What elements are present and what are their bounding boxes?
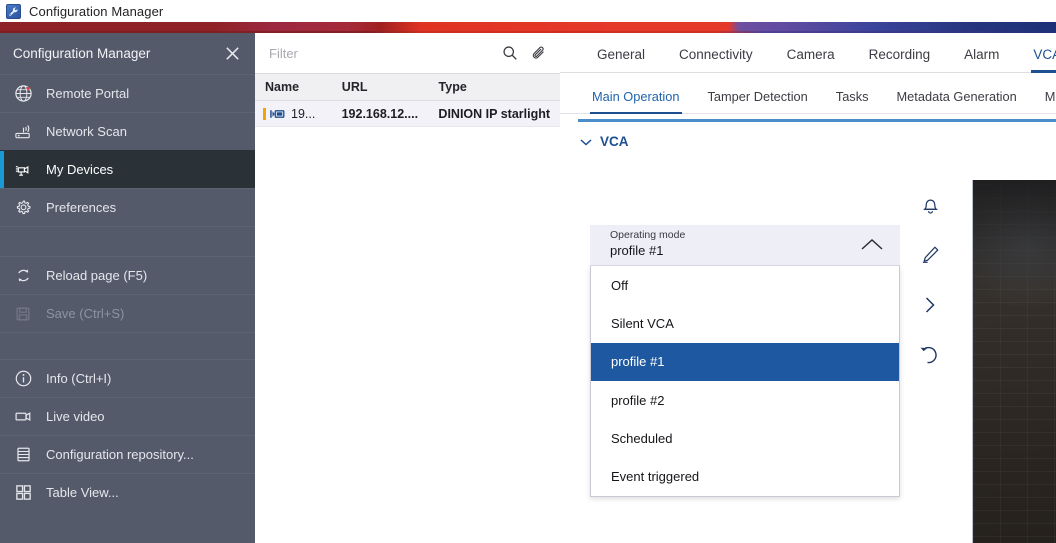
camera-devices-icon (13, 160, 33, 180)
sidebar-item-label: Reload page (F5) (46, 268, 148, 283)
table-row[interactable]: 19... 192.168.12.... DINION IP starlight (255, 101, 560, 127)
alarm-button[interactable] (915, 193, 945, 221)
search-input[interactable] (269, 45, 501, 61)
app-window: Configuration Manager Configuration Mana… (0, 0, 1056, 543)
bell-icon (920, 194, 941, 221)
tab-main-operation[interactable]: Main Operation (578, 89, 694, 114)
title-bar: Configuration Manager (0, 0, 1056, 22)
undo-button[interactable] (915, 343, 945, 371)
reload-icon (13, 266, 33, 286)
vca-section-label: VCA (600, 134, 629, 149)
video-camera-icon (13, 407, 33, 427)
dropdown-option-off[interactable]: Off (591, 266, 899, 304)
close-icon[interactable] (219, 41, 245, 67)
tab-tamper-detection[interactable]: Tamper Detection (694, 89, 822, 113)
live-video-preview[interactable] (972, 180, 1056, 543)
operating-mode-option-list: Off Silent VCA profile #1 profile #2 Sch… (590, 266, 900, 497)
operating-mode-dropdown: Operating mode profile #1 Off Silent VCA… (590, 225, 900, 497)
tab-metadata-generation[interactable]: Metadata Generation (883, 89, 1031, 113)
tab-alarm[interactable]: Alarm (947, 47, 1016, 72)
dropdown-option-profile-2[interactable]: profile #2 (591, 381, 899, 419)
dropdown-option-silent-vca[interactable]: Silent VCA (591, 304, 899, 342)
column-header-type[interactable]: Type (429, 80, 560, 94)
gear-icon (13, 198, 33, 218)
globe-icon (13, 84, 33, 104)
chevron-up-icon[interactable] (860, 238, 884, 256)
edit-button[interactable] (915, 243, 945, 271)
sidebar-item-label: My Devices (46, 162, 114, 177)
content-area: General Connectivity Camera Recording Al… (560, 33, 1056, 543)
sidebar-item-label: Configuration repository... (46, 447, 194, 462)
sidebar-divider-2 (0, 332, 255, 359)
operating-mode-dropdown-button[interactable]: Operating mode profile #1 (590, 225, 900, 266)
wrench-icon (6, 3, 21, 19)
database-icon (13, 445, 33, 465)
operating-mode-value: profile #1 (610, 243, 664, 258)
sidebar-item-label: Info (Ctrl+I) (46, 371, 112, 386)
vca-section-header[interactable]: VCA (560, 122, 1056, 149)
sidebar: Configuration Manager Remote Portal Netw… (0, 33, 255, 543)
sidebar-item-label: Live video (46, 409, 105, 424)
device-list-panel: Name URL Type 19... 192.168.12.... DINIO… (255, 33, 560, 543)
network-scan-icon (13, 122, 33, 142)
cell-name: 19... (291, 106, 316, 121)
tab-general[interactable]: General (580, 47, 662, 72)
tab-camera[interactable]: Camera (770, 47, 852, 72)
status-indicator-icon (263, 107, 266, 120)
paperclip-icon[interactable] (531, 45, 548, 62)
sidebar-item-live-video[interactable]: Live video (0, 397, 255, 435)
sidebar-item-info[interactable]: Info (Ctrl+I) (0, 359, 255, 397)
sidebar-item-preferences[interactable]: Preferences (0, 188, 255, 226)
tab-vca[interactable]: VCA (1016, 47, 1056, 73)
save-icon (13, 304, 33, 324)
window-title: Configuration Manager (29, 3, 164, 19)
pencil-icon (920, 244, 941, 270)
tab-metadata-inspection[interactable]: Me (1031, 89, 1056, 113)
sidebar-item-table-view[interactable]: Table View... (0, 473, 255, 511)
sidebar-divider-1 (0, 226, 255, 256)
dropdown-option-event-triggered[interactable]: Event triggered (591, 457, 899, 495)
sidebar-item-label: Network Scan (46, 124, 127, 139)
sidebar-item-my-devices[interactable]: My Devices (0, 150, 255, 188)
sidebar-item-remote-portal[interactable]: Remote Portal (0, 74, 255, 112)
column-header-name[interactable]: Name (255, 80, 332, 94)
undo-icon (919, 345, 941, 370)
sidebar-item-save: Save (Ctrl+S) (0, 294, 255, 332)
search-icon[interactable] (501, 44, 519, 62)
sidebar-title: Configuration Manager (13, 46, 151, 61)
tool-rail (915, 193, 945, 371)
cell-type: DINION IP starlight (438, 106, 551, 121)
primary-tab-bar: General Connectivity Camera Recording Al… (560, 33, 1056, 73)
sidebar-header: Configuration Manager (0, 33, 255, 74)
next-button[interactable] (915, 293, 945, 321)
sidebar-item-label: Save (Ctrl+S) (46, 306, 125, 321)
info-icon (13, 369, 33, 389)
dropdown-option-profile-1[interactable]: profile #1 (591, 342, 899, 381)
sidebar-item-reload-page[interactable]: Reload page (F5) (0, 256, 255, 294)
sidebar-item-configuration-repository[interactable]: Configuration repository... (0, 435, 255, 473)
dropdown-option-scheduled[interactable]: Scheduled (591, 419, 899, 457)
chevron-down-icon (580, 134, 592, 149)
camera-icon (270, 108, 287, 120)
chevron-right-icon (923, 295, 937, 320)
secondary-tab-bar: Main Operation Tamper Detection Tasks Me… (560, 73, 1056, 114)
operating-mode-label: Operating mode (610, 229, 686, 241)
tab-recording[interactable]: Recording (852, 47, 948, 72)
sidebar-item-label: Preferences (46, 200, 117, 215)
grid-icon (13, 483, 33, 503)
cell-url: 192.168.12.... (341, 106, 419, 121)
sidebar-item-label: Table View... (46, 485, 119, 500)
device-table-header: Name URL Type (255, 74, 560, 101)
tab-connectivity[interactable]: Connectivity (662, 47, 770, 72)
filter-bar (255, 33, 560, 74)
sidebar-item-network-scan[interactable]: Network Scan (0, 112, 255, 150)
tab-tasks[interactable]: Tasks (822, 89, 883, 113)
column-header-url[interactable]: URL (332, 80, 429, 94)
sidebar-item-label: Remote Portal (46, 86, 130, 101)
